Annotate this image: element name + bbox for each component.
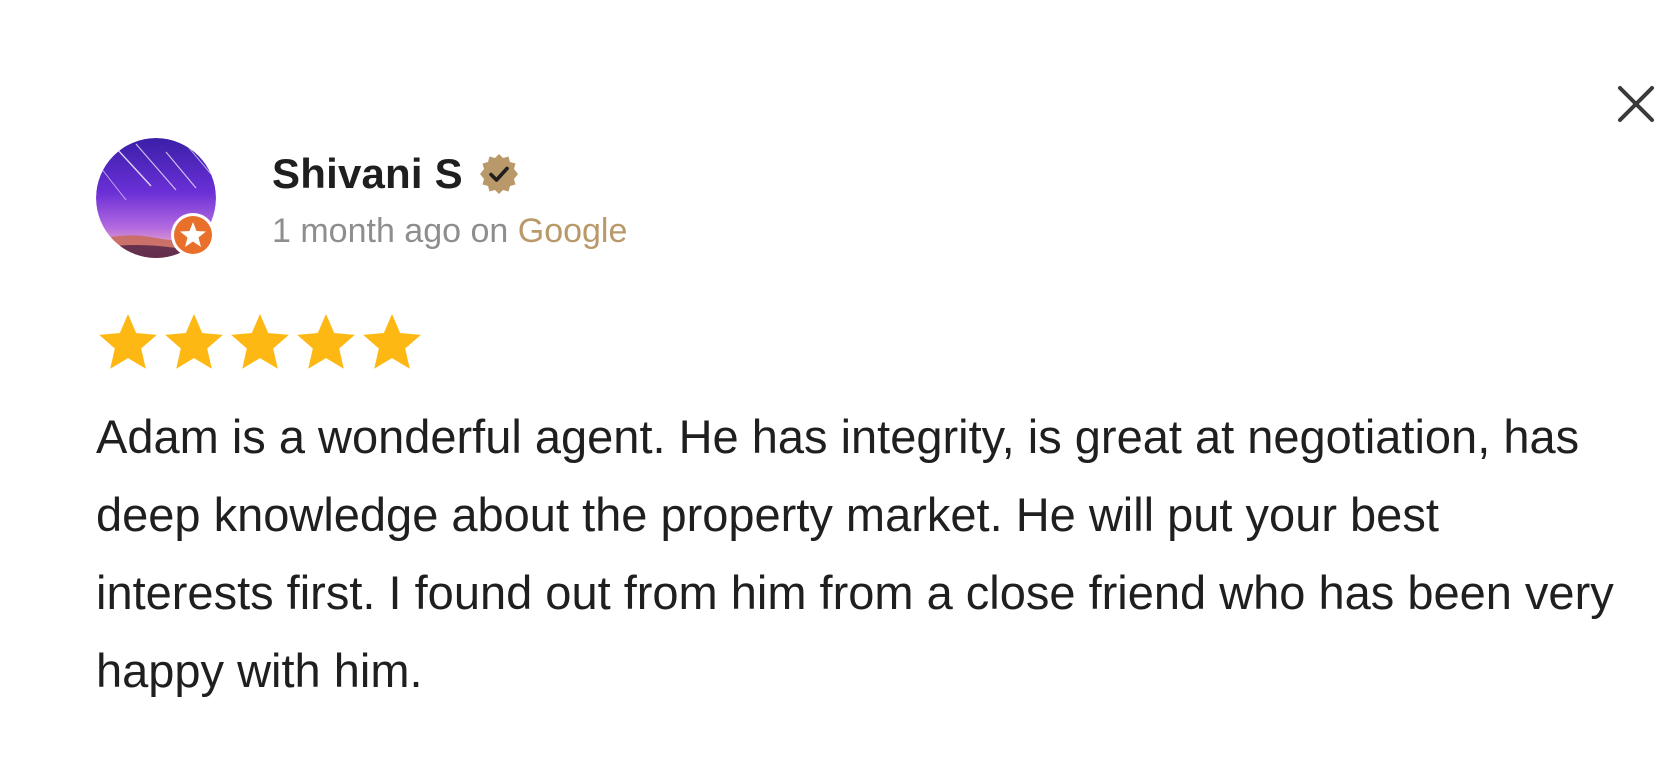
star-icon	[165, 314, 223, 369]
star-icon	[231, 314, 289, 369]
review-time: 1 month ago on	[272, 212, 509, 250]
author-row: Shivani S	[272, 148, 627, 200]
local-guide-star-icon	[171, 213, 215, 257]
review-subtitle: 1 month ago on Google	[272, 212, 627, 251]
star-icon	[99, 314, 157, 369]
review-meta: Shivani S 1 month ago on Google	[272, 148, 627, 251]
close-button[interactable]	[1612, 80, 1660, 128]
star-icon	[297, 314, 355, 369]
review-card: Shivani S 1 month ago on Google Adam is …	[0, 0, 1680, 780]
star-icon	[363, 314, 421, 369]
review-source-link[interactable]: Google	[518, 212, 628, 250]
verified-badge-icon	[479, 154, 518, 194]
close-icon	[1618, 86, 1654, 122]
star-rating	[96, 310, 426, 374]
review-header: Shivani S 1 month ago on Google	[96, 138, 627, 258]
review-text: Adam is a wonderful agent. He has integr…	[96, 410, 1614, 697]
author-name[interactable]: Shivani S	[272, 150, 463, 198]
avatar[interactable]	[96, 138, 216, 258]
